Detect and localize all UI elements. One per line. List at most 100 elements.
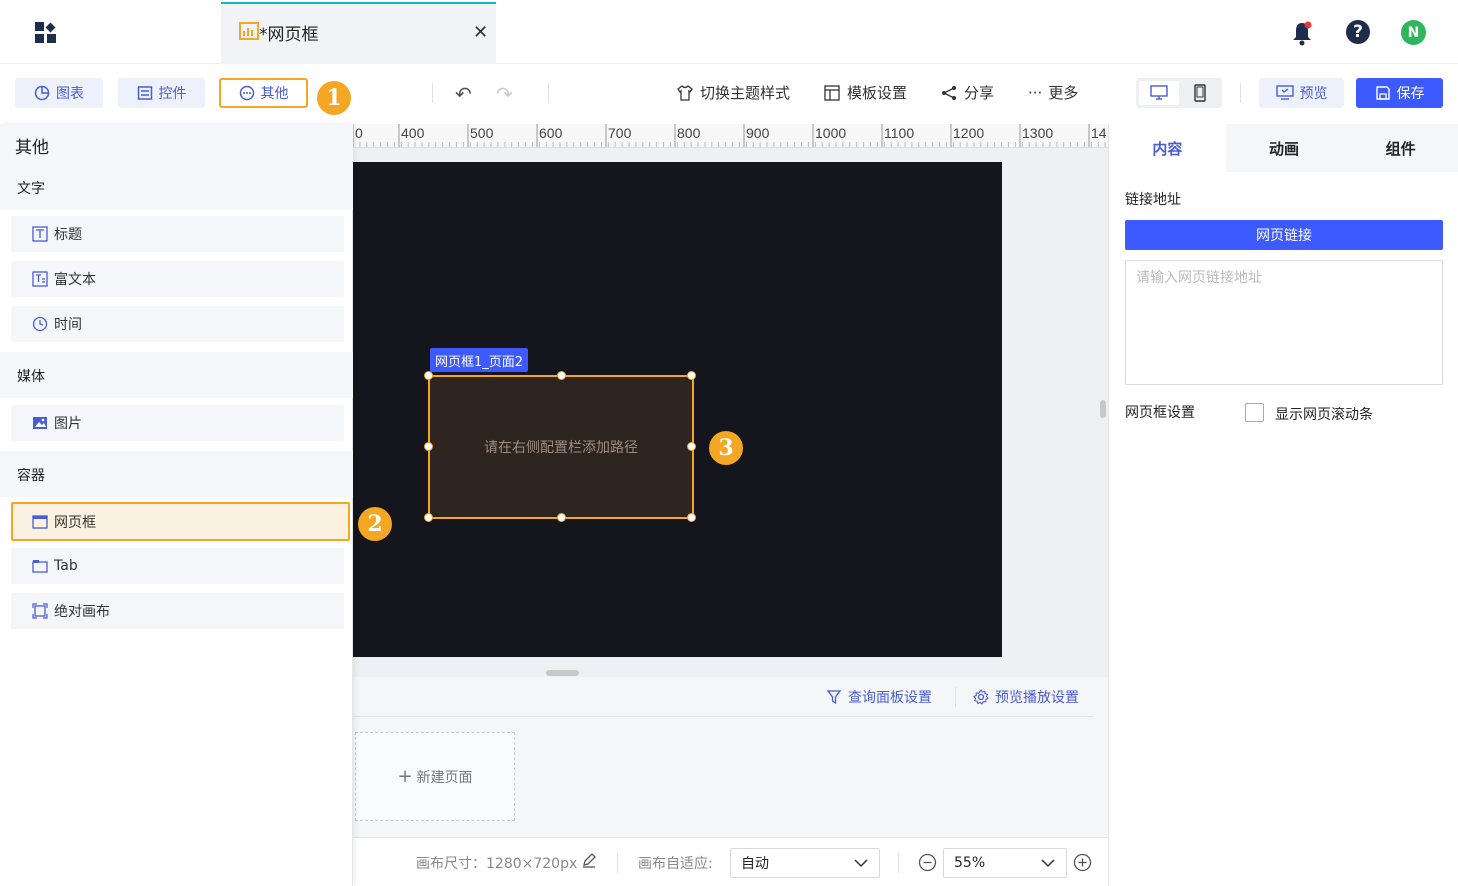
preview-label: 预览	[1299, 86, 1328, 102]
control-icon	[137, 86, 152, 100]
component-label: 图片	[54, 416, 82, 432]
query-panel-label: 查询面板设置	[848, 690, 932, 706]
richtext-icon	[32, 271, 48, 287]
section-media	[0, 352, 353, 398]
component-tab[interactable]: Tab	[11, 548, 344, 584]
resize-handle[interactable]	[557, 513, 566, 522]
filter-icon	[826, 690, 842, 705]
more-button[interactable]: ··· 更多	[1028, 82, 1078, 103]
ellipsis-icon: ···	[1028, 83, 1043, 102]
canvas-size-text: 画布尺寸：1280×720px	[416, 856, 578, 872]
tab-close-icon[interactable]: ✕	[473, 22, 488, 43]
canvas-fit-select[interactable]: 自动	[730, 848, 880, 878]
step-badge-2: 2	[358, 507, 392, 541]
resize-handle[interactable]	[424, 442, 433, 451]
other-button-label: 其他	[260, 86, 289, 102]
panel-title: 其他	[0, 124, 353, 164]
component-label: 富文本	[54, 272, 96, 288]
tab-component[interactable]: 组件	[1342, 124, 1458, 172]
switch-theme-button[interactable]: 切换主题样式	[676, 82, 790, 103]
tab-icon	[32, 560, 48, 573]
tab-content[interactable]: 内容	[1109, 124, 1226, 172]
new-page-button[interactable]: + 新建页面	[355, 732, 515, 821]
component-heading[interactable]: 标题	[11, 216, 344, 252]
resize-handle[interactable]	[424, 513, 433, 522]
device-toggle	[1136, 78, 1222, 108]
template-icon	[824, 84, 840, 101]
pages-area: 查询面板设置 预览播放设置 + 新建页面	[353, 677, 1108, 837]
ruler-label: 600	[539, 125, 563, 141]
redo-icon[interactable]: ↷	[496, 82, 513, 106]
chevron-down-icon	[854, 859, 868, 868]
clock-icon	[32, 316, 48, 332]
section-container	[0, 451, 353, 497]
zoom-out-icon[interactable]	[918, 853, 937, 872]
dashboard-canvas[interactable]: 网页框1_页面2 请在右侧配置栏添加路径 3	[353, 162, 1002, 657]
divider	[432, 83, 433, 103]
preview-button[interactable]: 预览	[1259, 78, 1344, 108]
tab-title: *网页框	[259, 25, 319, 45]
step-badge-3: 3	[709, 431, 743, 465]
component-image[interactable]: 图片	[11, 405, 344, 441]
desktop-icon[interactable]	[1139, 81, 1179, 105]
iframe-widget[interactable]: 请在右侧配置栏添加路径	[428, 375, 694, 519]
ruler-label: 1000	[815, 125, 846, 141]
tab-animation[interactable]: 动画	[1226, 124, 1343, 172]
resize-handle[interactable]	[557, 371, 566, 380]
divider	[617, 853, 618, 873]
chart-button[interactable]: 图表	[15, 78, 103, 108]
divider	[898, 853, 899, 873]
ruler-label: 1300	[1022, 125, 1053, 141]
undo-icon[interactable]: ↶	[455, 82, 472, 106]
share-button[interactable]: 分享	[940, 82, 994, 103]
heading-icon	[32, 226, 48, 242]
show-scrollbar-checkbox[interactable]	[1245, 403, 1264, 422]
preview-icon	[1275, 85, 1294, 100]
preview-play-label: 预览播放设置	[995, 690, 1079, 706]
ruler-label: 14	[1091, 125, 1107, 141]
canvas-fit-label: 画布自适应:	[638, 856, 713, 872]
horizontal-scrollbar[interactable]	[546, 670, 579, 676]
vertical-scrollbar[interactable]	[1100, 400, 1106, 418]
notification-bell-icon[interactable]	[1290, 20, 1314, 46]
component-iframe[interactable]: 网页框	[11, 502, 350, 541]
resize-handle[interactable]	[687, 513, 696, 522]
component-time[interactable]: 时间	[11, 306, 344, 342]
resize-handle[interactable]	[687, 442, 696, 451]
properties-panel: 内容 动画 组件 链接地址 网页链接 网页框设置 显示网页滚动条	[1108, 124, 1458, 886]
save-label: 保存	[1396, 86, 1425, 102]
other-button[interactable]: 其他	[219, 78, 308, 108]
iframe-placeholder-text: 请在右侧配置栏添加路径	[484, 440, 638, 456]
section-title-text: 文字	[17, 181, 45, 197]
canvas-area: 0 400 500 600 700 800 900 1000 1100 1200 1300 14 网页…	[353, 124, 1108, 677]
mobile-icon[interactable]	[1181, 81, 1219, 105]
image-icon	[33, 417, 47, 429]
properties-tabs: 内容 动画 组件	[1109, 124, 1458, 172]
iframe-settings-label: 网页框设置	[1125, 405, 1195, 421]
resize-handle[interactable]	[687, 371, 696, 380]
edit-pencil-icon[interactable]	[581, 852, 597, 872]
control-button[interactable]: 控件	[118, 78, 205, 108]
show-scrollbar-label: 显示网页滚动条	[1275, 407, 1373, 423]
section-text	[0, 164, 353, 210]
preview-play-settings-link[interactable]: 预览播放设置	[973, 687, 1079, 707]
shirt-icon	[677, 84, 693, 101]
editor-tab[interactable]: *网页框 ✕	[221, 2, 496, 64]
component-richtext[interactable]: 富文本	[11, 261, 344, 297]
resize-handle[interactable]	[424, 371, 433, 380]
help-icon[interactable]: ?	[1346, 20, 1370, 44]
apps-grid-icon[interactable]	[34, 21, 58, 45]
component-absolute-canvas[interactable]: 绝对画布	[11, 593, 344, 629]
component-label: 标题	[54, 227, 82, 243]
zoom-select[interactable]: 55%	[943, 848, 1067, 878]
save-button[interactable]: 保存	[1356, 78, 1443, 108]
component-label: 绝对画布	[54, 604, 110, 620]
query-panel-settings-link[interactable]: 查询面板设置	[826, 687, 932, 707]
link-url-input[interactable]	[1125, 260, 1443, 385]
template-settings-button[interactable]: 模板设置	[823, 82, 907, 103]
ruler-label: 500	[470, 125, 494, 141]
user-avatar[interactable]: N	[1401, 20, 1426, 45]
absolute-canvas-icon	[32, 603, 48, 619]
web-link-button[interactable]: 网页链接	[1125, 220, 1443, 250]
zoom-in-icon[interactable]	[1073, 853, 1092, 872]
